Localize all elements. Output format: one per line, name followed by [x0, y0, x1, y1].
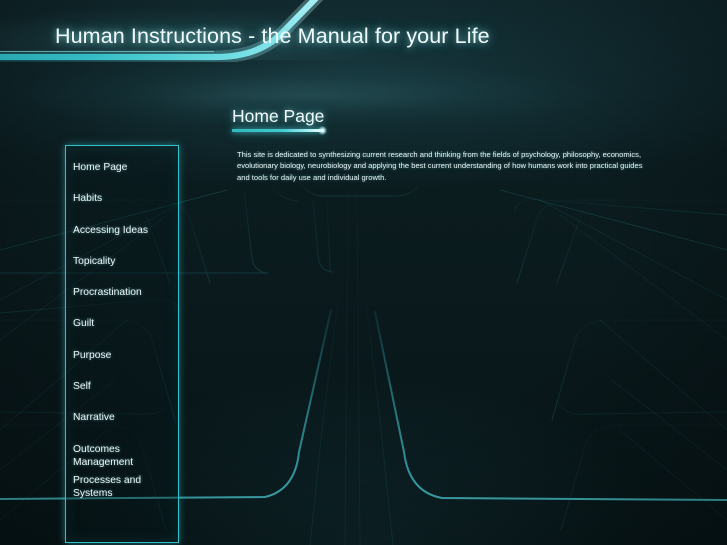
- sidebar-item-topicality[interactable]: Topicality: [73, 255, 177, 268]
- sidebar-item-habits[interactable]: Habits: [73, 192, 177, 205]
- sidebar-item-purpose[interactable]: Purpose: [73, 349, 177, 362]
- sidebar-item-narrative[interactable]: Narrative: [73, 411, 177, 424]
- sidebar-item-accessing-ideas[interactable]: Accessing Ideas: [73, 224, 177, 237]
- sidebar-item-procrastination[interactable]: Procrastination: [73, 286, 177, 299]
- sidebar-item-self[interactable]: Self: [73, 380, 177, 393]
- slide-root: Human Instructions - the Manual for your…: [0, 0, 727, 545]
- sidebar-item-home-page[interactable]: Home Page: [73, 161, 177, 174]
- page-title: Home Page: [232, 106, 325, 126]
- page-title-underline: [232, 126, 327, 135]
- body-paragraph: This site is dedicated to synthesizing c…: [237, 150, 643, 182]
- slide-title: Human Instructions - the Manual for your…: [55, 24, 490, 48]
- sidebar-menu: Home Page Habits Accessing Ideas Topical…: [73, 161, 177, 505]
- sidebar-item-processes-and-systems[interactable]: Processes and Systems: [73, 474, 177, 500]
- sidebar-item-guilt[interactable]: Guilt: [73, 317, 177, 330]
- sidebar-item-outcomes-management[interactable]: Outcomes Management: [73, 443, 177, 469]
